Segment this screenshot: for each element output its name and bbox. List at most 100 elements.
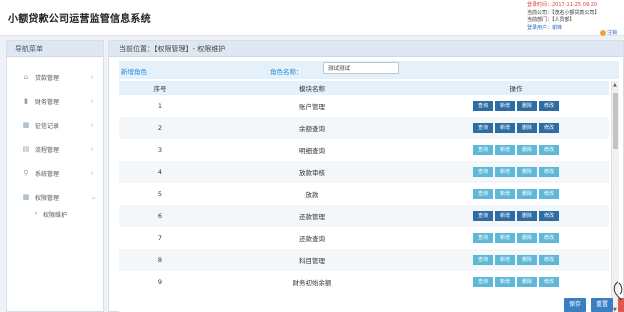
delete-button[interactable]: 删除 [517,233,537,243]
bar-chart-icon: ▮ [24,96,28,105]
sidebar-item-system[interactable]: ⚲ 系统管理 › [7,163,103,183]
add-button[interactable]: 新增 [495,277,515,287]
query-button[interactable]: 查询 [473,211,493,221]
cell-ops: 查询 新增 删除 修改 [423,117,609,139]
col-header-module: 模块名称 [201,81,423,95]
table-row: 8 科目管理 查询 新增 删除 修改 [119,249,609,271]
main-panel: 当前位置：【权限管理】- 权限维护 新增角色 角色名称： 序号 模块名称 操作 … [108,40,624,312]
toolbar: 新增角色 角色名称： [119,61,619,79]
add-button[interactable]: 新增 [495,145,515,155]
cursor-icon [613,281,623,301]
sidebar-item-label: 征信记录 [35,122,60,130]
sidebar-item-label: 流程管理 [35,146,60,154]
col-header-ops: 操作 [423,81,609,95]
sidebar-title: 导航菜单 [7,41,103,57]
delete-button[interactable]: 删除 [517,123,537,133]
cell-module-name: 科目管理 [201,249,423,271]
edit-button[interactable]: 修改 [539,277,559,287]
list-icon: ▤ [22,144,30,153]
sidebar-item-finance[interactable]: ▮ 财务管理 › [7,91,103,111]
sidebar-subitem-permission-maintain[interactable]: › 权限维护 [7,205,103,223]
chevron-right-icon: › [91,145,94,153]
delete-button[interactable]: 删除 [517,255,537,265]
query-button[interactable]: 查询 [473,101,493,111]
edit-button[interactable]: 修改 [539,145,559,155]
role-name-label: 角色名称： [270,68,303,76]
scroll-up-icon[interactable]: ▲ [613,82,617,88]
cell-no: 5 [157,190,163,198]
add-button[interactable]: 新增 [495,255,515,265]
add-button[interactable]: 新增 [495,101,515,111]
module-table: 序号 模块名称 操作 1 账户管理 查询 新增 删除 修改 2 余额查询 查询 新增 删除 修改 3 明细… [119,81,619,312]
edit-button[interactable]: 修改 [539,101,559,111]
sidebar-item-label: 贷款管理 [35,74,60,82]
sidebar-item-permission[interactable]: ▦ 权限管理 ⌄ [7,187,103,207]
user-info: 登录时间：2017-11-25 09:20 当前公司：【茂名小额贷款公司】 当前… [527,2,600,32]
chevron-right-icon: › [91,73,94,81]
cell-module-name: 放款审核 [201,161,423,183]
add-button[interactable]: 新增 [495,233,515,243]
cell-ops: 查询 新增 删除 修改 [423,95,609,117]
query-button[interactable]: 查询 [473,277,493,287]
logout-button[interactable]: 注销 [600,29,617,36]
delete-button[interactable]: 删除 [517,211,537,221]
chevron-right-icon: › [91,97,94,105]
query-button[interactable]: 查询 [473,145,493,155]
cell-module-name: 账户管理 [299,103,325,111]
sidebar-item-workflow[interactable]: ▤ 流程管理 › [7,139,103,159]
save-button[interactable]: 保存 [564,298,586,312]
grid-icon: ▦ [22,192,30,201]
table-row: 9 财务初始余额 查询 新增 删除 修改 [119,271,609,293]
add-button[interactable]: 新增 [495,167,515,177]
delete-button[interactable]: 删除 [517,277,537,287]
cell-module-name: 余额查询 [201,117,423,139]
add-button[interactable]: 新增 [495,211,515,221]
col-header-no: 序号 [119,81,201,95]
cell-no: 9 [157,278,163,286]
sidebar-item-credit[interactable]: ▦ 征信记录 › [7,115,103,135]
add-button[interactable]: 新增 [495,189,515,199]
query-button[interactable]: 查询 [473,255,493,265]
delete-button[interactable]: 删除 [517,145,537,155]
query-button[interactable]: 查询 [473,233,493,243]
scroll-down-icon[interactable]: ▼ [613,307,617,312]
sidebar-item-label: 系统管理 [35,170,60,178]
scroll-thumb[interactable] [613,93,618,149]
cell-module-name: 还款管理 [201,205,423,227]
cell-ops: 查询 新增 删除 修改 [423,227,609,249]
edit-button[interactable]: 修改 [539,123,559,133]
current-user: 登录用户：谢锋 [527,24,563,31]
sidebar-item-label: 权限管理 [35,194,60,202]
sidebar: 导航菜单 ⌂ 贷款管理 › ▮ 财务管理 › ▦ 征信记录 › ▤ 流程管理 ›… [6,40,104,312]
sidebar-item-loan[interactable]: ⌂ 贷款管理 › [7,67,103,87]
query-button[interactable]: 查询 [473,189,493,199]
edit-button[interactable]: 修改 [539,211,559,221]
table-row: 3 明细查询 查询 新增 删除 修改 [119,139,609,161]
chevron-right-icon: › [91,121,94,129]
delete-button[interactable]: 删除 [517,101,537,111]
edit-button[interactable]: 修改 [539,255,559,265]
query-button[interactable]: 查询 [473,123,493,133]
reset-button[interactable]: 重置 [591,298,613,312]
cell-ops: 查询 新增 删除 修改 [423,161,609,183]
cell-no: 1 [157,102,163,110]
cell-no: 2 [119,117,201,139]
add-role-link[interactable]: 新增角色 [121,66,147,76]
query-button[interactable]: 查询 [473,167,493,177]
cell-no: 6 [119,205,201,227]
edit-button[interactable]: 修改 [539,167,559,177]
home-icon: ⌂ [23,72,29,81]
table-row: 1 账户管理 查询 新增 删除 修改 [119,95,609,117]
chevron-right-icon: › [91,169,94,177]
add-button[interactable]: 新增 [495,123,515,133]
edit-button[interactable]: 修改 [539,189,559,199]
edit-button[interactable]: 修改 [539,233,559,243]
delete-button[interactable]: 删除 [517,189,537,199]
role-name-input[interactable] [323,62,399,74]
current-department: 当前部门：【人员部】 [527,17,575,24]
cell-ops: 查询 新增 删除 修改 [423,205,609,227]
table-row: 4 放款审核 查询 新增 删除 修改 [119,161,609,183]
cell-ops: 查询 新增 删除 修改 [423,271,609,293]
table-scrollbar[interactable]: ▲ ▼ [611,81,619,312]
delete-button[interactable]: 删除 [517,167,537,177]
